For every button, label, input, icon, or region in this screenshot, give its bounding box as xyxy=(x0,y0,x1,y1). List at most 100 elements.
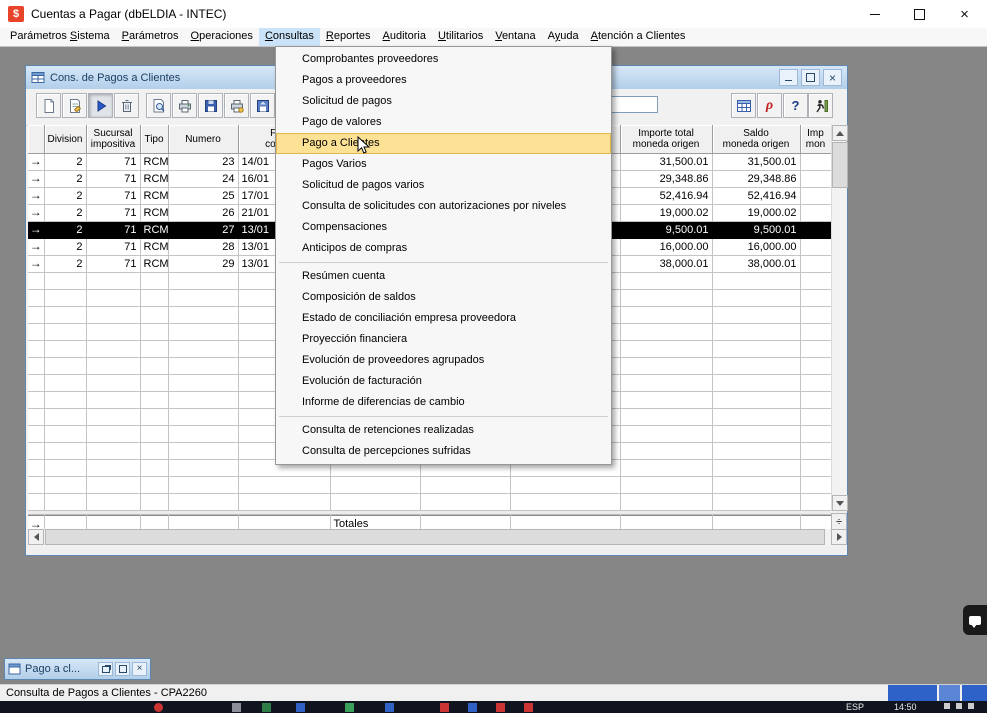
menu-item-comprobantes-proveedores[interactable]: Comprobantes proveedores xyxy=(276,49,611,70)
statusbar-accent-block xyxy=(939,685,960,702)
grid-row-empty[interactable] xyxy=(28,477,831,494)
help-button[interactable]: ? xyxy=(783,93,808,118)
col-header-sucursal-impositiva[interactable]: Sucursalimpositiva xyxy=(86,125,140,154)
menu-item-solicitud-de-pagos[interactable]: Solicitud de pagos xyxy=(276,91,611,112)
diskette-icon xyxy=(203,98,219,114)
maximize-button[interactable] xyxy=(115,662,130,676)
menubar-item-parametros-sistema[interactable]: Parámetros Sistema xyxy=(4,28,116,46)
scroll-right-button[interactable] xyxy=(831,529,847,545)
menu-item-solicitud-de-pagos-varios[interactable]: Solicitud de pagos varios xyxy=(276,175,611,196)
menu-item-pago-de-valores[interactable]: Pago de valores xyxy=(276,112,611,133)
menubar-item-atencion-a-clientes[interactable]: Atención a Clientes xyxy=(585,28,692,46)
menu-item-evolucion-de-proveedores-agrupados[interactable]: Evolución de proveedores agrupados xyxy=(276,350,611,371)
col-header-imp-mon[interactable]: Impmon xyxy=(800,125,831,154)
taskbar-language[interactable]: ESP xyxy=(846,702,864,712)
menu-item-anticipos-de-compras[interactable]: Anticipos de compras xyxy=(276,238,611,259)
col-header-tipo[interactable]: Tipo xyxy=(140,125,168,154)
menubar-item-auditoria[interactable]: Auditoria xyxy=(377,28,432,46)
horizontal-scrollbar[interactable] xyxy=(28,529,847,546)
menu-item-estado-de-conciliacion-empresa-proveedora[interactable]: Estado de conciliación empresa proveedor… xyxy=(276,308,611,329)
taskbar-clock[interactable]: 14:50 xyxy=(894,702,917,712)
modify-record-button[interactable] xyxy=(62,93,87,118)
menubar-item-utilitarios[interactable]: Utilitarios xyxy=(432,28,489,46)
print-button[interactable] xyxy=(172,93,197,118)
taskbar-icon[interactable] xyxy=(262,703,271,712)
delete-record-button[interactable] xyxy=(114,93,139,118)
menubar: Parámetros SistemaParámetrosOperacionesC… xyxy=(0,28,987,47)
scroll-left-button[interactable] xyxy=(28,529,44,545)
scroll-down-button[interactable] xyxy=(832,495,848,511)
menubar-item-ayuda[interactable]: Ayuda xyxy=(542,28,585,46)
row-marker-icon: → xyxy=(30,517,42,530)
menu-item-consulta-de-solicitudes-con-autorizaciones-por-niveles[interactable]: Consulta de solicitudes con autorizacion… xyxy=(276,196,611,217)
taskbar-icon[interactable] xyxy=(440,703,449,712)
taskbar-icon[interactable] xyxy=(524,703,533,712)
taskbar-icon[interactable] xyxy=(232,703,241,712)
grid-row-empty[interactable] xyxy=(28,494,831,511)
new-record-button[interactable] xyxy=(36,93,61,118)
close-button[interactable]: × xyxy=(132,662,147,676)
scroll-up-button[interactable] xyxy=(832,125,848,141)
tray-icon[interactable] xyxy=(956,703,962,709)
exit-button[interactable] xyxy=(808,93,833,118)
chat-overlay-icon[interactable] xyxy=(963,605,987,635)
child-window-icon xyxy=(31,71,45,84)
vertical-scrollbar[interactable] xyxy=(831,125,847,511)
menubar-item-ventana[interactable]: Ventana xyxy=(489,28,541,46)
menubar-item-reportes[interactable]: Reportes xyxy=(320,28,377,46)
save-button[interactable] xyxy=(198,93,223,118)
child-minimize-button[interactable] xyxy=(779,69,798,86)
taskbar-icon[interactable] xyxy=(468,703,477,712)
printer-icon xyxy=(177,98,193,114)
maximize-icon xyxy=(914,9,925,20)
menubar-item-consultas[interactable]: Consultas xyxy=(259,28,320,46)
minimize-button[interactable] xyxy=(852,0,897,28)
run-button[interactable] xyxy=(88,93,113,118)
menu-item-proyeccion-financiera[interactable]: Proyección financiera xyxy=(276,329,611,350)
taskbar-icon[interactable] xyxy=(296,703,305,712)
menu-item-compensaciones[interactable]: Compensaciones xyxy=(276,217,611,238)
tray-icon[interactable] xyxy=(944,703,950,709)
col-header-division[interactable]: Division xyxy=(44,125,86,154)
vertical-scroll-thumb[interactable] xyxy=(832,142,848,188)
menu-separator xyxy=(276,259,611,266)
col-header-numero[interactable]: Numero xyxy=(168,125,238,154)
preview-icon xyxy=(151,98,167,114)
edit-document-icon xyxy=(67,98,83,114)
menu-item-composicion-de-saldos[interactable]: Composición de saldos xyxy=(276,287,611,308)
export-button[interactable] xyxy=(250,93,275,118)
menubar-item-parametros[interactable]: Parámetros xyxy=(116,28,185,46)
menu-item-consulta-de-retenciones-realizadas[interactable]: Consulta de retenciones realizadas xyxy=(276,420,611,441)
menu-item-pagos-a-proveedores[interactable]: Pagos a proveedores xyxy=(276,70,611,91)
restore-button[interactable] xyxy=(98,662,113,676)
horizontal-scroll-thumb[interactable] xyxy=(45,529,825,545)
filter-button[interactable]: ρ xyxy=(757,93,782,118)
taskbar-icon[interactable] xyxy=(496,703,505,712)
desktop-screen: $ Cuentas a Pagar (dbELDIA - INTEC) × Pa… xyxy=(0,0,987,713)
taskbar-icon[interactable] xyxy=(345,703,354,712)
preview-button[interactable] xyxy=(146,93,171,118)
menu-item-evolucion-de-facturacion[interactable]: Evolución de facturación xyxy=(276,371,611,392)
menu-item-informe-de-diferencias-de-cambio[interactable]: Informe de diferencias de cambio xyxy=(276,392,611,413)
col-header-importe-total-moneda-origen[interactable]: Importe totalmoneda origen xyxy=(620,125,712,154)
close-button[interactable]: × xyxy=(942,0,987,28)
menu-item-pago-a-clientes[interactable]: Pago a Clientes xyxy=(276,133,611,154)
taskbar-icon[interactable] xyxy=(385,703,394,712)
tray-icon[interactable] xyxy=(968,703,974,709)
taskbar-icon[interactable] xyxy=(154,703,163,712)
totals-spinner[interactable]: ÷ xyxy=(831,513,847,530)
maximize-button[interactable] xyxy=(897,0,942,28)
menu-item-pagos-varios[interactable]: Pagos Varios xyxy=(276,154,611,175)
child-maximize-button[interactable] xyxy=(801,69,820,86)
window-controls: × xyxy=(852,0,987,28)
menu-item-resumen-cuenta[interactable]: Resúmen cuenta xyxy=(276,266,611,287)
minimized-window-pago[interactable]: Pago a cl... × xyxy=(4,658,151,680)
col-header-saldo-moneda-origen[interactable]: Saldomoneda origen xyxy=(712,125,800,154)
statusbar-text: Consulta de Pagos a Clientes - CPA2260 xyxy=(6,687,207,699)
menubar-item-operaciones[interactable]: Operaciones xyxy=(185,28,259,46)
print-setup-button[interactable] xyxy=(224,93,249,118)
menu-item-consulta-de-percepciones-sufridas[interactable]: Consulta de percepciones sufridas xyxy=(276,441,611,462)
child-close-button[interactable]: × xyxy=(823,69,842,86)
grid-view-button[interactable] xyxy=(731,93,756,118)
minimize-icon xyxy=(785,80,792,81)
